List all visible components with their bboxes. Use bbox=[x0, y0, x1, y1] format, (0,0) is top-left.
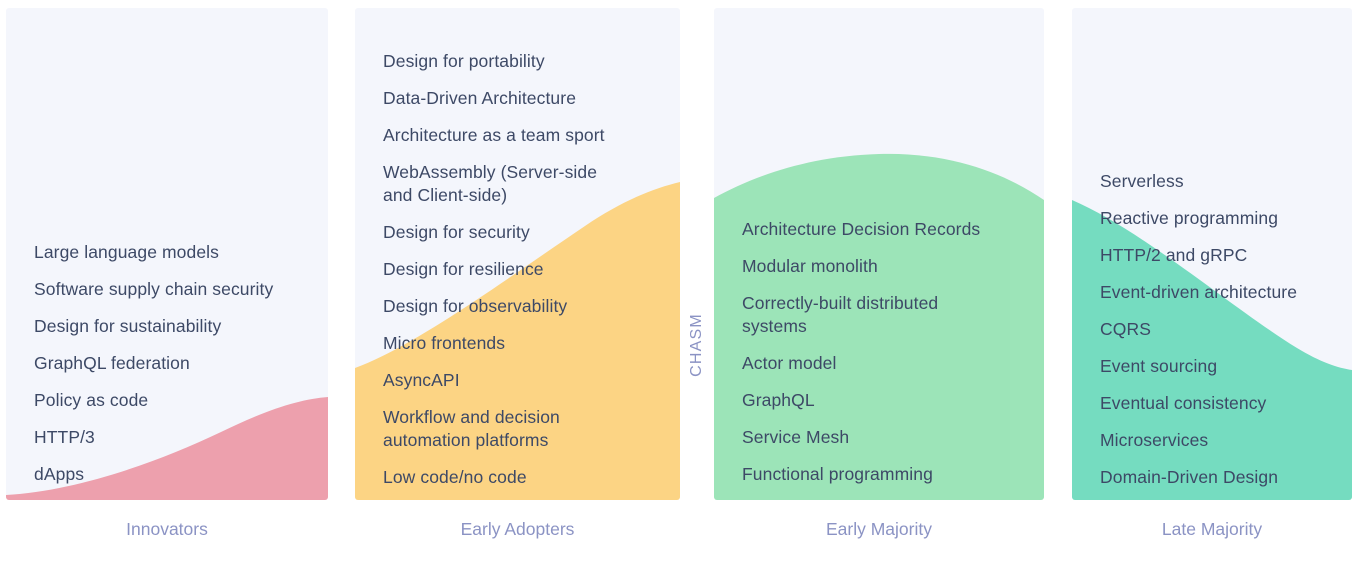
list-item: Reactive programming bbox=[1100, 208, 1279, 228]
list-item: Functional programming bbox=[742, 464, 933, 484]
list-item: CQRS bbox=[1100, 319, 1151, 339]
list-item: Large language models bbox=[34, 242, 220, 262]
list-item: dApps bbox=[34, 464, 85, 484]
innovators-item-list: Large language models Software supply ch… bbox=[6, 241, 328, 486]
adoption-panel-early-adopters: Design for portability Data-Driven Archi… bbox=[355, 8, 680, 500]
technology-adoption-curve: Large language models Software supply ch… bbox=[0, 0, 1358, 561]
list-item: Architecture as a team sport bbox=[383, 125, 605, 145]
late-majority-item-list: Serverless Reactive programming HTTP/2 a… bbox=[1072, 170, 1352, 489]
list-item: Low code/no code bbox=[383, 467, 527, 487]
list-item: Actor model bbox=[742, 353, 837, 373]
list-item: Modular monolith bbox=[742, 256, 878, 276]
list-item: Microservices bbox=[1100, 430, 1209, 450]
category-label-early-adopters: Early Adopters bbox=[460, 519, 575, 539]
adoption-panel-innovators: Large language models Software supply ch… bbox=[6, 8, 328, 500]
chasm-divider: CHASM bbox=[680, 285, 714, 405]
list-item: Data-Driven Architecture bbox=[383, 88, 577, 108]
list-item: HTTP/2 and gRPC bbox=[1100, 245, 1248, 265]
list-item: GraphQL bbox=[742, 390, 815, 410]
list-item: GraphQL federation bbox=[34, 353, 190, 373]
category-label-early-majority: Early Majority bbox=[826, 519, 932, 539]
adoption-panel-early-majority: Architecture Decision Records Modular mo… bbox=[714, 8, 1044, 500]
list-item: AsyncAPI bbox=[383, 370, 460, 390]
list-item: Domain-Driven Design bbox=[1100, 467, 1279, 487]
list-item: Workflow and decision automation platfor… bbox=[383, 407, 560, 450]
category-label-innovators: Innovators bbox=[126, 519, 208, 539]
list-item: Design for portability bbox=[383, 51, 545, 71]
list-item: Eventual consistency bbox=[1100, 393, 1267, 413]
list-item: Event sourcing bbox=[1100, 356, 1218, 376]
list-item: HTTP/3 bbox=[34, 427, 95, 447]
list-item: Micro frontends bbox=[383, 333, 506, 353]
early-majority-item-list: Architecture Decision Records Modular mo… bbox=[714, 218, 1044, 486]
list-item: Event-driven architecture bbox=[1100, 282, 1298, 302]
category-label-late-majority: Late Majority bbox=[1161, 519, 1263, 539]
list-item: Design for resilience bbox=[383, 259, 544, 279]
list-item: Architecture Decision Records bbox=[742, 219, 981, 239]
adoption-panel-late-majority: Serverless Reactive programming HTTP/2 a… bbox=[1072, 8, 1352, 500]
early-adopters-item-list: Design for portability Data-Driven Archi… bbox=[355, 50, 680, 489]
list-item: Design for security bbox=[383, 222, 530, 242]
list-item: Service Mesh bbox=[742, 427, 850, 447]
list-item: WebAssembly (Server-side and Client-side… bbox=[383, 162, 598, 205]
list-item: Correctly-built distributed systems bbox=[742, 293, 939, 336]
chasm-label: CHASM bbox=[688, 313, 705, 377]
list-item: Serverless bbox=[1100, 171, 1184, 191]
list-item: Software supply chain security bbox=[34, 279, 274, 299]
list-item: Design for observability bbox=[383, 296, 568, 316]
list-item: Policy as code bbox=[34, 390, 149, 410]
list-item: Design for sustainability bbox=[34, 316, 222, 336]
